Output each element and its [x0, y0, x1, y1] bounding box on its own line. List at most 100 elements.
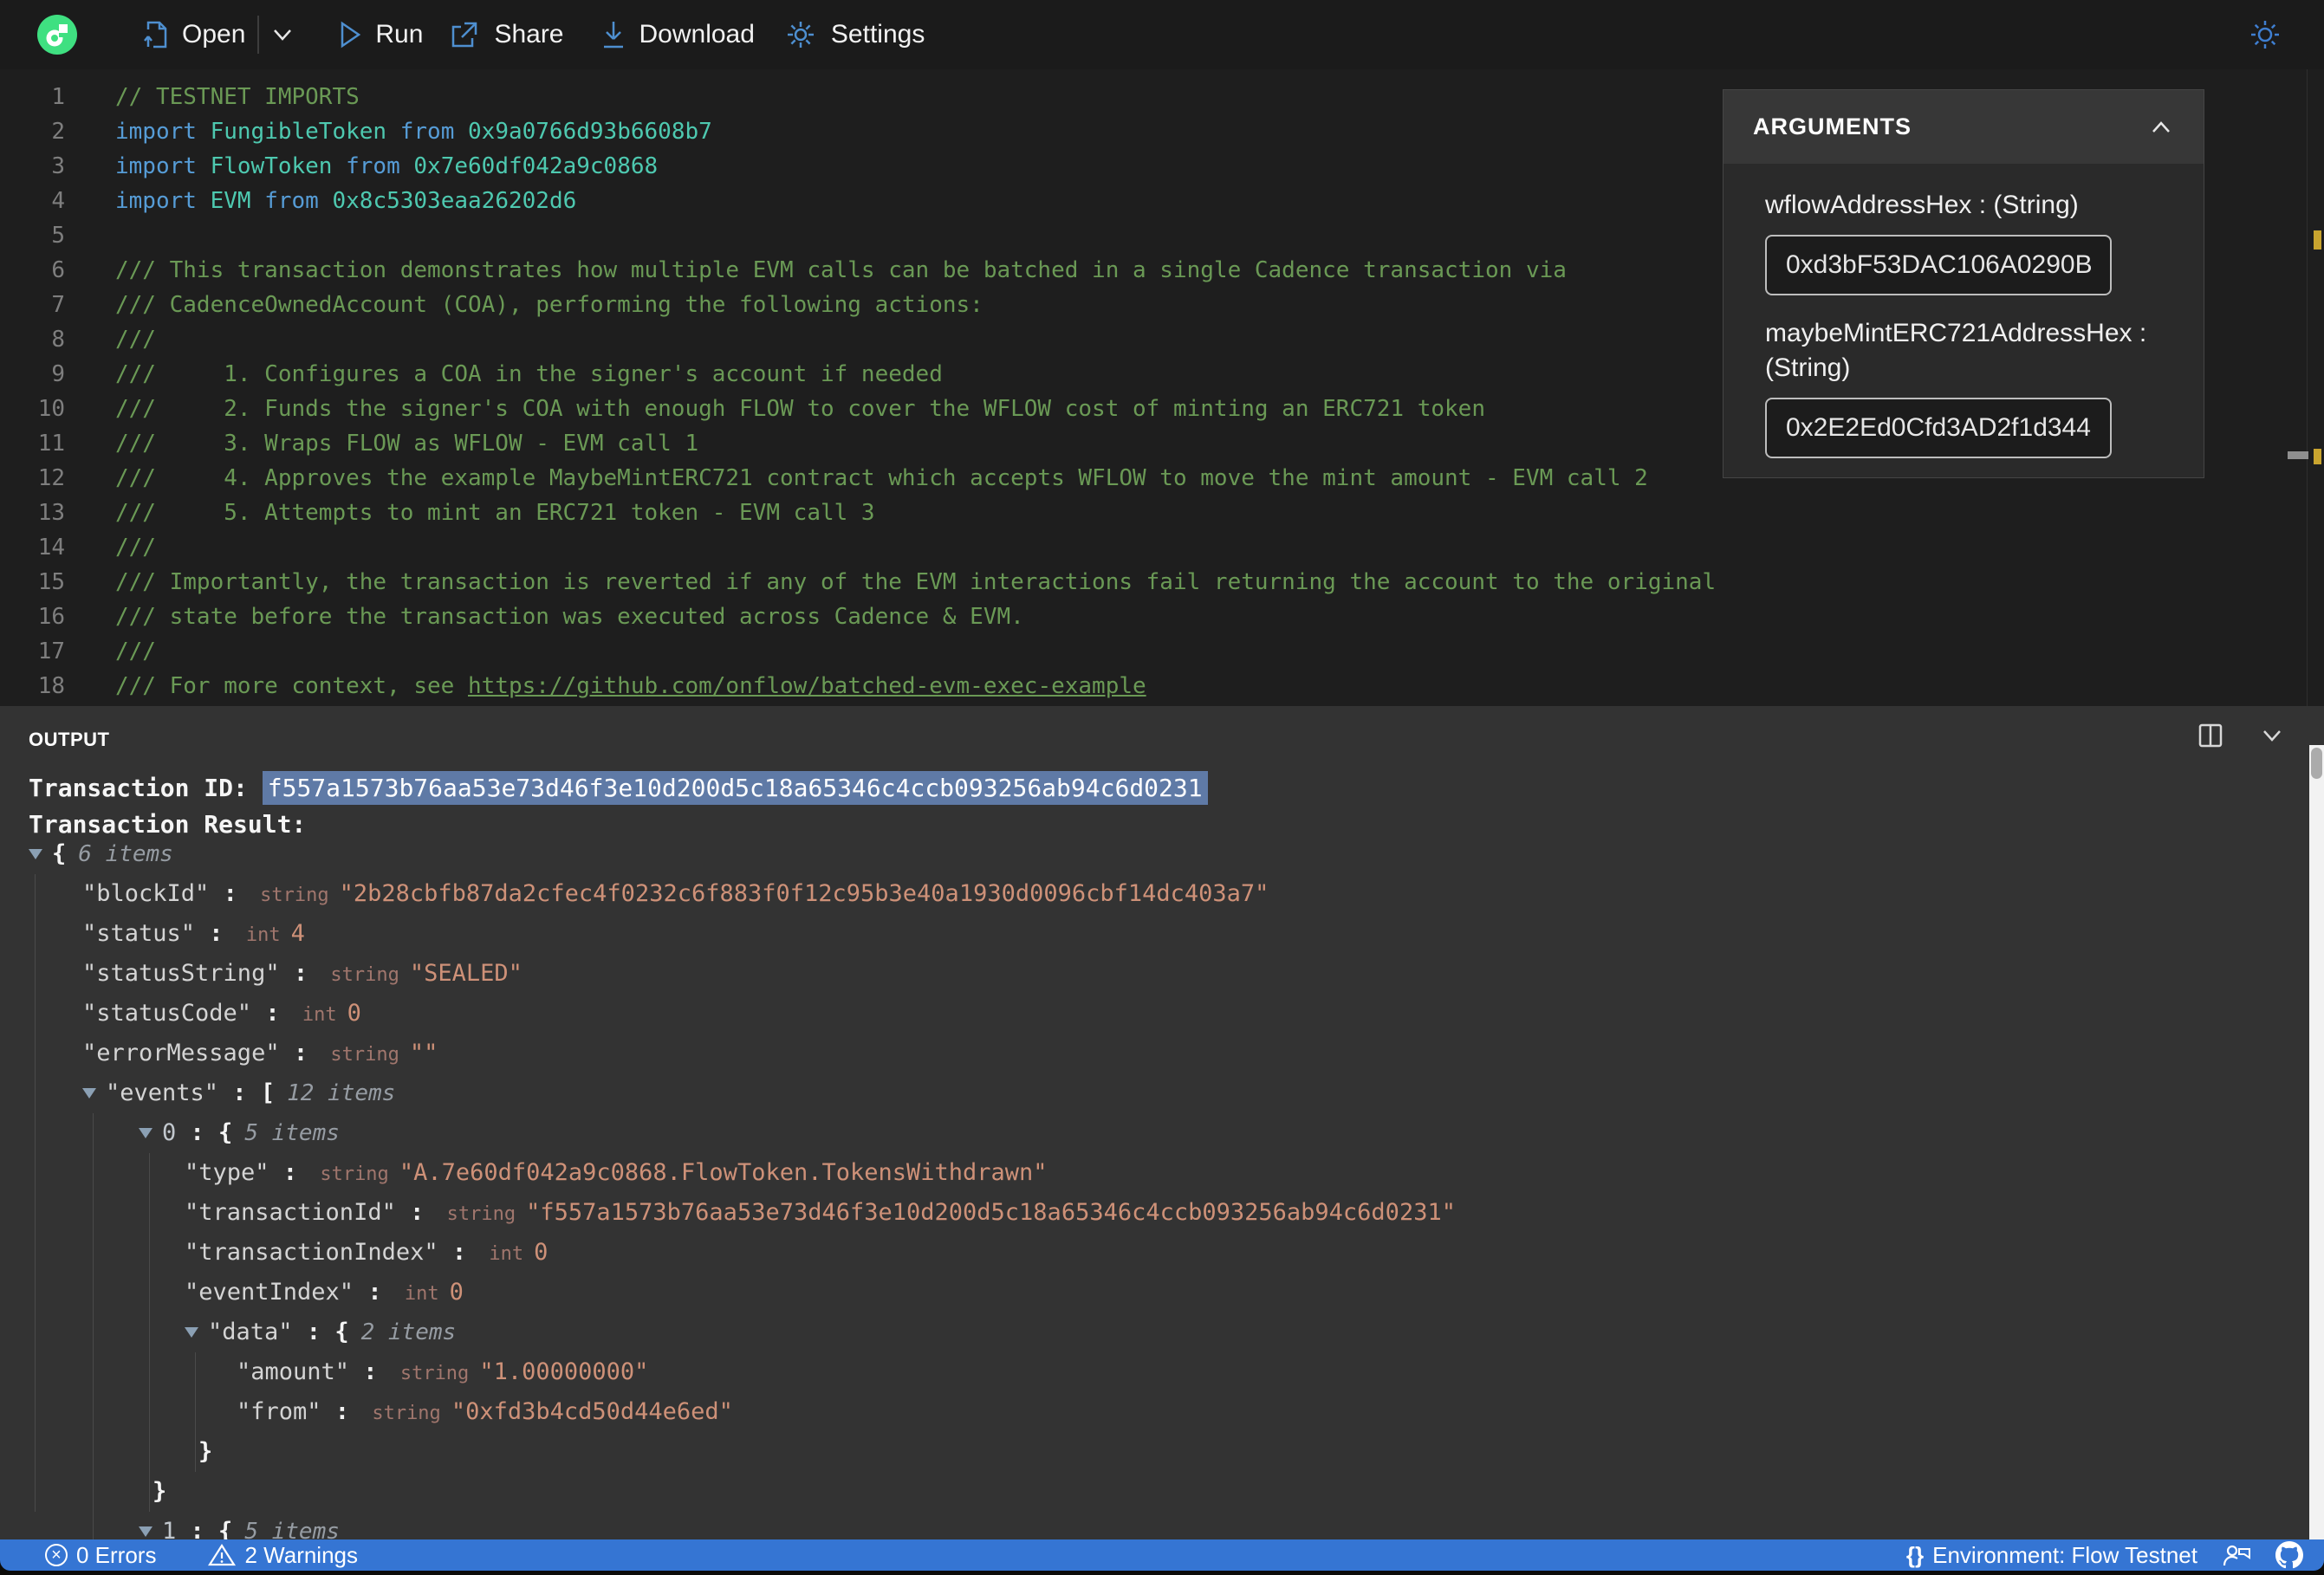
open-dropdown-chevron-icon[interactable] — [269, 26, 295, 43]
code-link[interactable]: https://github.com/onflow/batched-evm-ex… — [468, 673, 1146, 699]
json-value: "f557a1573b76aa53e73d46f3e10d200d5c18a65… — [526, 1199, 1456, 1226]
json-tree-row: "transactionId" : string "f557a1573b76aa5… — [0, 1193, 2298, 1233]
json-close-brace: } — [198, 1438, 213, 1465]
json-key: "type" — [185, 1159, 269, 1186]
code-line: 4 import EVM from 0x8c5303eaa26202d6 — [0, 184, 1716, 218]
settings-gear-icon — [786, 20, 815, 49]
json-tree-row: 0 : {5 items — [0, 1113, 2298, 1153]
warnings-status[interactable]: 2 Warnings — [208, 1542, 358, 1569]
transaction-id-value[interactable]: f557a1573b76aa53e73d46f3e10d200d5c18a653… — [262, 771, 1208, 805]
code-token: // TESTNET IMPORTS — [115, 84, 360, 110]
download-button[interactable]: Download — [639, 20, 755, 49]
code-token: /// CadenceOwnedAccount (COA), performin… — [115, 292, 983, 318]
expand-triangle-icon[interactable] — [185, 1327, 198, 1338]
braces-icon: {} — [1905, 1541, 1925, 1568]
warnings-count: 2 Warnings — [244, 1541, 359, 1568]
json-open-brace: { — [218, 1119, 233, 1146]
output-title: OUTPUT — [29, 729, 110, 750]
indent-guide — [93, 1113, 94, 1539]
code-token: /// 1. Configures a COA in the signer's … — [115, 361, 943, 387]
code-line: 10 /// 2. Funds the signer's COA with eno… — [0, 392, 1716, 426]
json-colon: : — [176, 1119, 219, 1146]
editor-overview-ruler[interactable] — [2307, 69, 2324, 706]
code-token: /// This transaction demonstrates how mu… — [115, 257, 1567, 283]
open-button[interactable]: Open — [182, 20, 245, 49]
json-item-count: 5 items — [244, 1120, 340, 1146]
json-key: "events" — [106, 1079, 219, 1106]
code-token: /// 5. Attempts to mint an ERC721 token … — [115, 500, 875, 526]
open-file-icon — [142, 19, 170, 50]
json-open-brace: { — [52, 840, 67, 867]
code-token: from — [346, 153, 414, 179]
json-colon: : — [349, 1358, 392, 1385]
settings-button[interactable]: Settings — [831, 20, 925, 49]
line-number: 10 — [37, 396, 65, 422]
warning-marker — [2314, 230, 2321, 250]
json-key: "amount" — [237, 1358, 350, 1385]
line-number: 8 — [51, 327, 65, 353]
json-value-type: string — [372, 1403, 441, 1424]
json-value: "A.7e60df042a9c0868.FlowToken.TokensWith… — [399, 1159, 1048, 1186]
errors-status[interactable]: × 0 Errors — [45, 1542, 156, 1569]
json-colon: : — [269, 1159, 312, 1186]
json-tree-row: "blockId" : string "2b28cbfb87da2cfec4f02… — [0, 874, 2298, 914]
collapse-output-chevron-icon[interactable] — [2259, 727, 2285, 744]
argument-label: wflowAddressHex : (String) — [1765, 191, 2079, 219]
indent-guide — [35, 874, 36, 1512]
expand-triangle-icon[interactable] — [139, 1128, 153, 1138]
json-colon: : — [395, 1199, 438, 1226]
json-value-type: int — [404, 1283, 439, 1305]
json-open-brace: { — [334, 1319, 349, 1345]
argument-input-maybemint[interactable] — [1765, 398, 2112, 458]
expand-triangle-icon[interactable] — [29, 849, 42, 859]
arguments-panel: ARGUMENTS wflowAddressHex : (String) may… — [1723, 89, 2204, 478]
feedback-person-icon[interactable] — [2222, 1542, 2251, 1568]
collapse-chevron-up-icon[interactable] — [2148, 120, 2174, 135]
split-editor-icon[interactable] — [2197, 722, 2224, 749]
output-scrollbar-thumb[interactable] — [2311, 748, 2322, 779]
expand-triangle-icon[interactable] — [139, 1526, 153, 1537]
code-line: 16 /// state before the transaction was e… — [0, 600, 1716, 634]
json-value: "0xfd3b4cd50d44e6ed" — [451, 1398, 733, 1425]
code-token: from — [399, 119, 469, 145]
flow-logo-icon — [37, 15, 77, 55]
github-icon[interactable] — [2275, 1541, 2303, 1569]
run-button[interactable]: Run — [375, 20, 423, 49]
json-key: "data" — [208, 1319, 293, 1345]
line-number: 17 — [37, 638, 65, 664]
json-value: 4 — [290, 920, 305, 947]
json-colon: : — [251, 1000, 294, 1027]
json-key: "blockId" — [82, 880, 210, 907]
json-colon: : — [438, 1239, 481, 1266]
expand-triangle-icon[interactable] — [82, 1088, 96, 1099]
arguments-panel-header[interactable]: ARGUMENTS — [1724, 90, 2204, 164]
editor-scrollbar-handle[interactable] — [2288, 451, 2308, 459]
environment-status[interactable]: {} Environment: Flow Testnet — [1906, 1542, 2197, 1569]
code-line: 14 /// — [0, 530, 1716, 565]
json-tree-row: "transactionIndex" : int 0 — [0, 1233, 2298, 1273]
json-value: 0 — [534, 1239, 549, 1266]
code-line: 7 /// CadenceOwnedAccount (COA), performi… — [0, 288, 1716, 322]
code-line: 15 /// Importantly, the transaction is re… — [0, 565, 1716, 600]
line-number: 16 — [37, 604, 65, 630]
theme-toggle-sun-icon[interactable] — [2249, 19, 2281, 50]
json-result-tree: {6 items "blockId" : string "2b28cbfb87da2… — [0, 834, 2298, 1539]
code-editor[interactable]: 1 // TESTNET IMPORTS 2 import FungibleToken… — [0, 69, 2324, 706]
output-scrollbar[interactable] — [2309, 745, 2324, 1539]
share-button[interactable]: Share — [494, 20, 563, 49]
code-line: 3 import FlowToken from 0x7e60df042a9c086… — [0, 149, 1716, 184]
json-value-type: int — [302, 1004, 337, 1026]
code-line: 12 /// 4. Approves the example MaybeMintE… — [0, 461, 1716, 496]
json-tree-row: "errorMessage" : string "" — [0, 1034, 2298, 1073]
argument-input-wflow[interactable] — [1765, 235, 2112, 295]
code-line: 5 — [0, 218, 1716, 253]
code-token: /// — [115, 327, 156, 353]
json-tree-row: "status" : int 4 — [0, 914, 2298, 954]
json-tree-row: } — [0, 1472, 2298, 1512]
json-tree-row: 1 : {5 items — [0, 1512, 2298, 1539]
line-number: 15 — [37, 569, 65, 595]
json-value: 0 — [347, 1000, 361, 1027]
line-number: 4 — [51, 188, 65, 214]
json-key: "statusCode" — [82, 1000, 252, 1027]
toolbar-divider — [257, 16, 260, 54]
